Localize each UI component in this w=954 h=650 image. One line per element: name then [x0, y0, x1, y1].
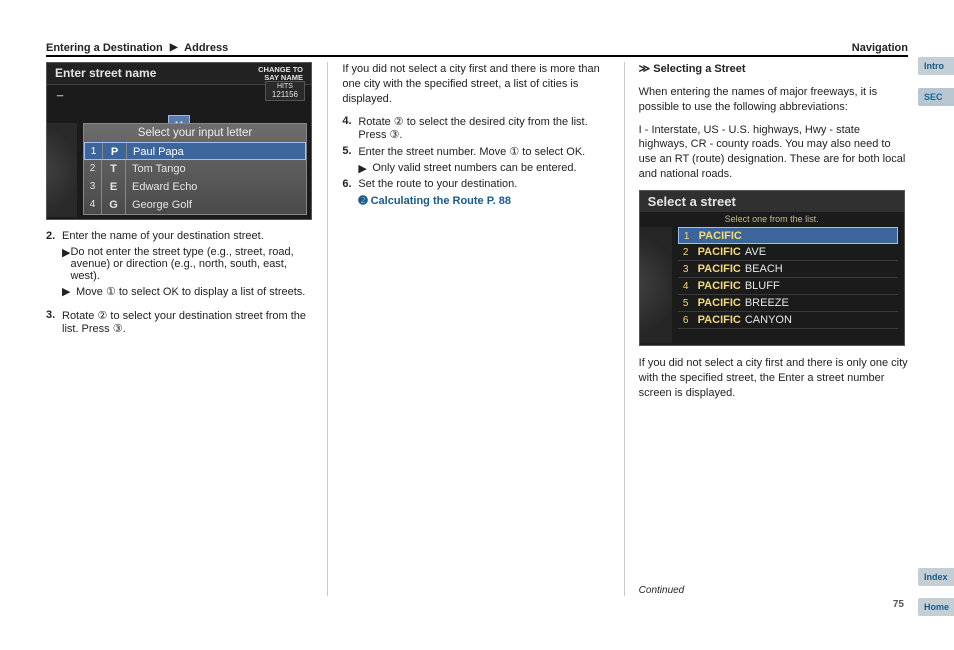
- step-5: 5. Enter the street number. Move ① to se…: [342, 145, 611, 158]
- nav2-subtitle: Select one from the list.: [640, 212, 904, 228]
- nav1-hits-value: 121156: [272, 90, 298, 99]
- list-item: 1PPaul Papa: [84, 142, 306, 160]
- col2-intro: If you did not select a city first and t…: [342, 62, 611, 107]
- nav2-dial-icon: [640, 227, 672, 343]
- page-header: Entering a Destination ▶ Address Navigat…: [46, 42, 908, 54]
- list-item: 2TTom Tango: [84, 160, 306, 178]
- tip-heading: ≫ Selecting a Street: [639, 62, 908, 77]
- nav2-street-list: 1PACIFIC 2PACIFICAVE 3PACIFICBEACH 4PACI…: [678, 227, 898, 329]
- nav-screenshot-select-street: Select a street Select one from the list…: [639, 190, 905, 346]
- header-sep-icon: ▶: [170, 42, 178, 53]
- header-section: Navigation: [852, 42, 908, 54]
- continued-label: Continued: [639, 585, 908, 596]
- list-item: 4GGeorge Golf: [84, 196, 306, 214]
- tab-index[interactable]: Index: [918, 568, 954, 586]
- nav1-change-to-say-name: CHANGE TO SAY NAME: [258, 66, 303, 81]
- list-item: 3PACIFICBEACH: [678, 261, 898, 278]
- nav1-title: Enter street name: [55, 66, 156, 81]
- step-6: 6. Set the route to your destination.: [342, 178, 611, 190]
- nav1-hits-label: HITS: [272, 83, 298, 90]
- list-item: 5PACIFICBREEZE: [678, 295, 898, 312]
- nav1-panel-title: Select your input letter: [84, 124, 306, 142]
- step-5-note: ▶Only valid street numbers can be entere…: [358, 162, 611, 175]
- nav1-dial-icon: [47, 123, 77, 217]
- column-1: Enter street name CHANGE TO SAY NAME _ H…: [46, 62, 328, 596]
- nav1-input-cursor: _: [57, 85, 63, 97]
- list-item: 2PACIFICAVE: [678, 244, 898, 261]
- header-breadcrumb-2: Address: [184, 42, 228, 54]
- column-3: ≫ Selecting a Street When entering the n…: [639, 62, 908, 596]
- header-breadcrumb-1: Entering a Destination: [46, 42, 163, 54]
- step-3: 3. Rotate ② to select your destination s…: [46, 309, 315, 335]
- tip-body-1b: I - Interstate, US - U.S. highways, Hwy …: [639, 123, 908, 182]
- tip-body-2: If you did not select a city first and t…: [639, 356, 908, 401]
- list-item: 6PACIFICCANYON: [678, 312, 898, 329]
- step-2: 2. Enter the name of your destination st…: [46, 230, 315, 242]
- list-item: 4PACIFICBLUFF: [678, 278, 898, 295]
- step-2-note-1: ▶Do not enter the street type (e.g., str…: [62, 246, 315, 282]
- header-rule: [46, 55, 908, 57]
- page-number: 75: [893, 599, 904, 610]
- arrow-icon: ▶: [62, 285, 76, 298]
- step-2-note-2: ▶Move ① to select OK to display a list o…: [62, 285, 315, 298]
- column-2: If you did not select a city first and t…: [342, 62, 624, 596]
- content-columns: Enter street name CHANGE TO SAY NAME _ H…: [46, 62, 908, 596]
- list-item: 3EEdward Echo: [84, 178, 306, 196]
- nav1-hits-box: HITS 121156: [265, 81, 305, 101]
- arrow-icon: ▶: [358, 162, 372, 175]
- cross-ref-link[interactable]: ➋ Calculating the Route P. 88: [358, 194, 611, 207]
- nav1-phonetic-panel: Select your input letter 1PPaul Papa 2TT…: [83, 123, 307, 215]
- tab-sec[interactable]: SEC: [918, 88, 954, 106]
- tab-intro[interactable]: Intro: [918, 57, 954, 75]
- nav2-title: Select a street: [640, 191, 904, 212]
- list-item: 1PACIFIC: [678, 227, 898, 244]
- step-4: 4. Rotate ② to select the desired city f…: [342, 115, 611, 141]
- tip-body-1a: When entering the names of major freeway…: [639, 85, 908, 115]
- tab-home[interactable]: Home: [918, 598, 954, 616]
- nav-screenshot-enter-street: Enter street name CHANGE TO SAY NAME _ H…: [46, 62, 312, 220]
